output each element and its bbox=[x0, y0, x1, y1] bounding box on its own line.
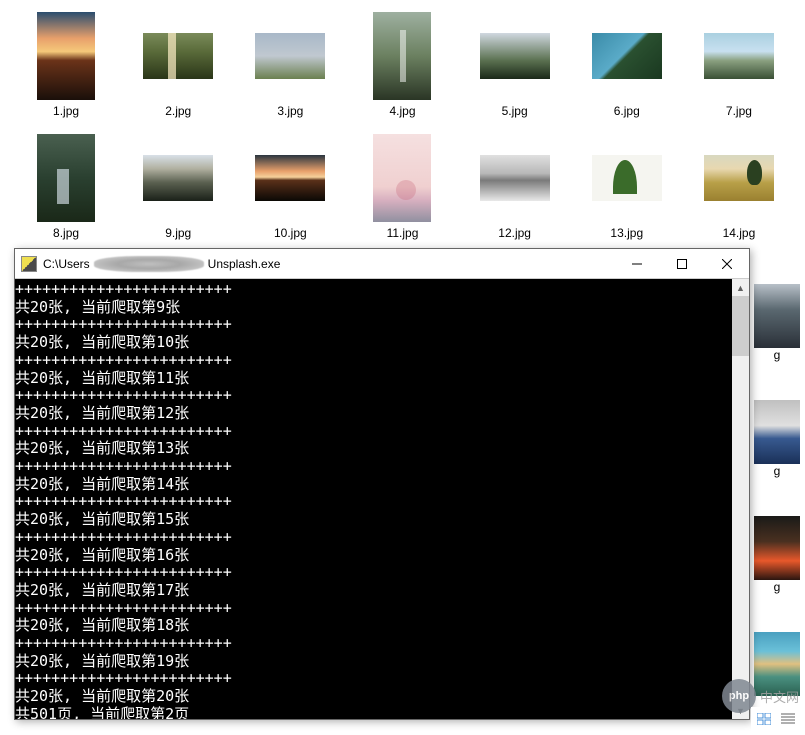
file-label: 2.jpg bbox=[165, 104, 191, 118]
maximize-button[interactable] bbox=[659, 249, 704, 278]
file-label: 8.jpg bbox=[53, 226, 79, 240]
minimize-button[interactable] bbox=[614, 249, 659, 278]
scroll-track[interactable] bbox=[732, 296, 749, 702]
console-window: C:\Users Unsplash.exe ++++++++++++++++++… bbox=[14, 248, 750, 720]
file-label: g bbox=[774, 580, 781, 594]
thumbnail bbox=[30, 10, 102, 102]
file-grid: 1.jpg 2.jpg 3.jpg 4.jpg 5.jpg 6.jpg 7.jpg 8.jpg… bbox=[0, 8, 805, 242]
window-controls bbox=[614, 249, 749, 278]
scrollbar[interactable]: ▲ ▼ bbox=[732, 279, 749, 719]
file-item[interactable]: 5.jpg bbox=[459, 8, 571, 120]
file-item[interactable]: 12.jpg bbox=[459, 130, 571, 242]
console-output: ++++++++++++++++++++++++ 共20张, 当前爬取第9张 +… bbox=[15, 279, 731, 719]
file-item[interactable]: 7.jpg bbox=[683, 8, 795, 120]
thumbnail bbox=[479, 10, 551, 102]
file-label: g bbox=[774, 348, 781, 362]
thumbnail bbox=[591, 132, 663, 224]
title-bar[interactable]: C:\Users Unsplash.exe bbox=[15, 249, 749, 279]
thumbnail bbox=[754, 516, 800, 580]
file-item[interactable]: 9.jpg bbox=[122, 130, 234, 242]
close-button[interactable] bbox=[704, 249, 749, 278]
file-item-partial[interactable]: g bbox=[749, 284, 805, 382]
file-item[interactable]: 10.jpg bbox=[234, 130, 346, 242]
thumbnail bbox=[591, 10, 663, 102]
window-title: C:\Users Unsplash.exe bbox=[43, 256, 614, 272]
thumbnail bbox=[142, 132, 214, 224]
file-label: 9.jpg bbox=[165, 226, 191, 240]
file-label: 5.jpg bbox=[502, 104, 528, 118]
file-item[interactable]: 13.jpg bbox=[571, 130, 683, 242]
thumbnail bbox=[30, 132, 102, 224]
view-mode-buttons bbox=[751, 707, 801, 731]
thumbnail bbox=[703, 132, 775, 224]
view-details-icon[interactable] bbox=[777, 709, 799, 729]
file-item[interactable]: 11.jpg bbox=[346, 130, 458, 242]
console-body: ++++++++++++++++++++++++ 共20张, 当前爬取第9张 +… bbox=[15, 279, 749, 719]
thumbnail bbox=[142, 10, 214, 102]
file-label: 7.jpg bbox=[726, 104, 752, 118]
title-prefix: C:\Users bbox=[43, 257, 90, 271]
watermark-text: 中文网 bbox=[760, 687, 799, 706]
thumbnail bbox=[254, 132, 326, 224]
scroll-up-button[interactable]: ▲ bbox=[732, 279, 749, 296]
app-icon bbox=[21, 256, 37, 272]
scroll-thumb[interactable] bbox=[732, 296, 749, 356]
thumbnail bbox=[703, 10, 775, 102]
file-label: 11.jpg bbox=[387, 226, 419, 240]
file-item-partial[interactable]: g bbox=[749, 516, 805, 614]
thumbnail bbox=[754, 284, 800, 348]
file-label: g bbox=[774, 464, 781, 478]
file-item[interactable]: 14.jpg bbox=[683, 130, 795, 242]
file-item-partial[interactable]: g bbox=[749, 400, 805, 498]
thumbnail bbox=[754, 400, 800, 464]
thumbnail bbox=[254, 10, 326, 102]
file-label: 12.jpg bbox=[498, 226, 531, 240]
file-item[interactable]: 1.jpg bbox=[10, 8, 122, 120]
thumbnail bbox=[366, 132, 438, 224]
file-label: 10.jpg bbox=[274, 226, 307, 240]
file-label: 13.jpg bbox=[610, 226, 643, 240]
file-item[interactable]: 4.jpg bbox=[346, 8, 458, 120]
file-item[interactable]: 6.jpg bbox=[571, 8, 683, 120]
file-label: 14.jpg bbox=[723, 226, 756, 240]
file-label: 4.jpg bbox=[389, 104, 415, 118]
file-item[interactable]: 3.jpg bbox=[234, 8, 346, 120]
redacted-path bbox=[94, 256, 204, 272]
view-thumbnails-icon[interactable] bbox=[753, 709, 775, 729]
file-label: 1.jpg bbox=[53, 104, 79, 118]
file-item[interactable]: 2.jpg bbox=[122, 8, 234, 120]
title-suffix: Unsplash.exe bbox=[208, 257, 281, 271]
file-item[interactable]: 8.jpg bbox=[10, 130, 122, 242]
thumbnail bbox=[479, 132, 551, 224]
thumbnail bbox=[366, 10, 438, 102]
file-label: 3.jpg bbox=[277, 104, 303, 118]
file-label: 6.jpg bbox=[614, 104, 640, 118]
